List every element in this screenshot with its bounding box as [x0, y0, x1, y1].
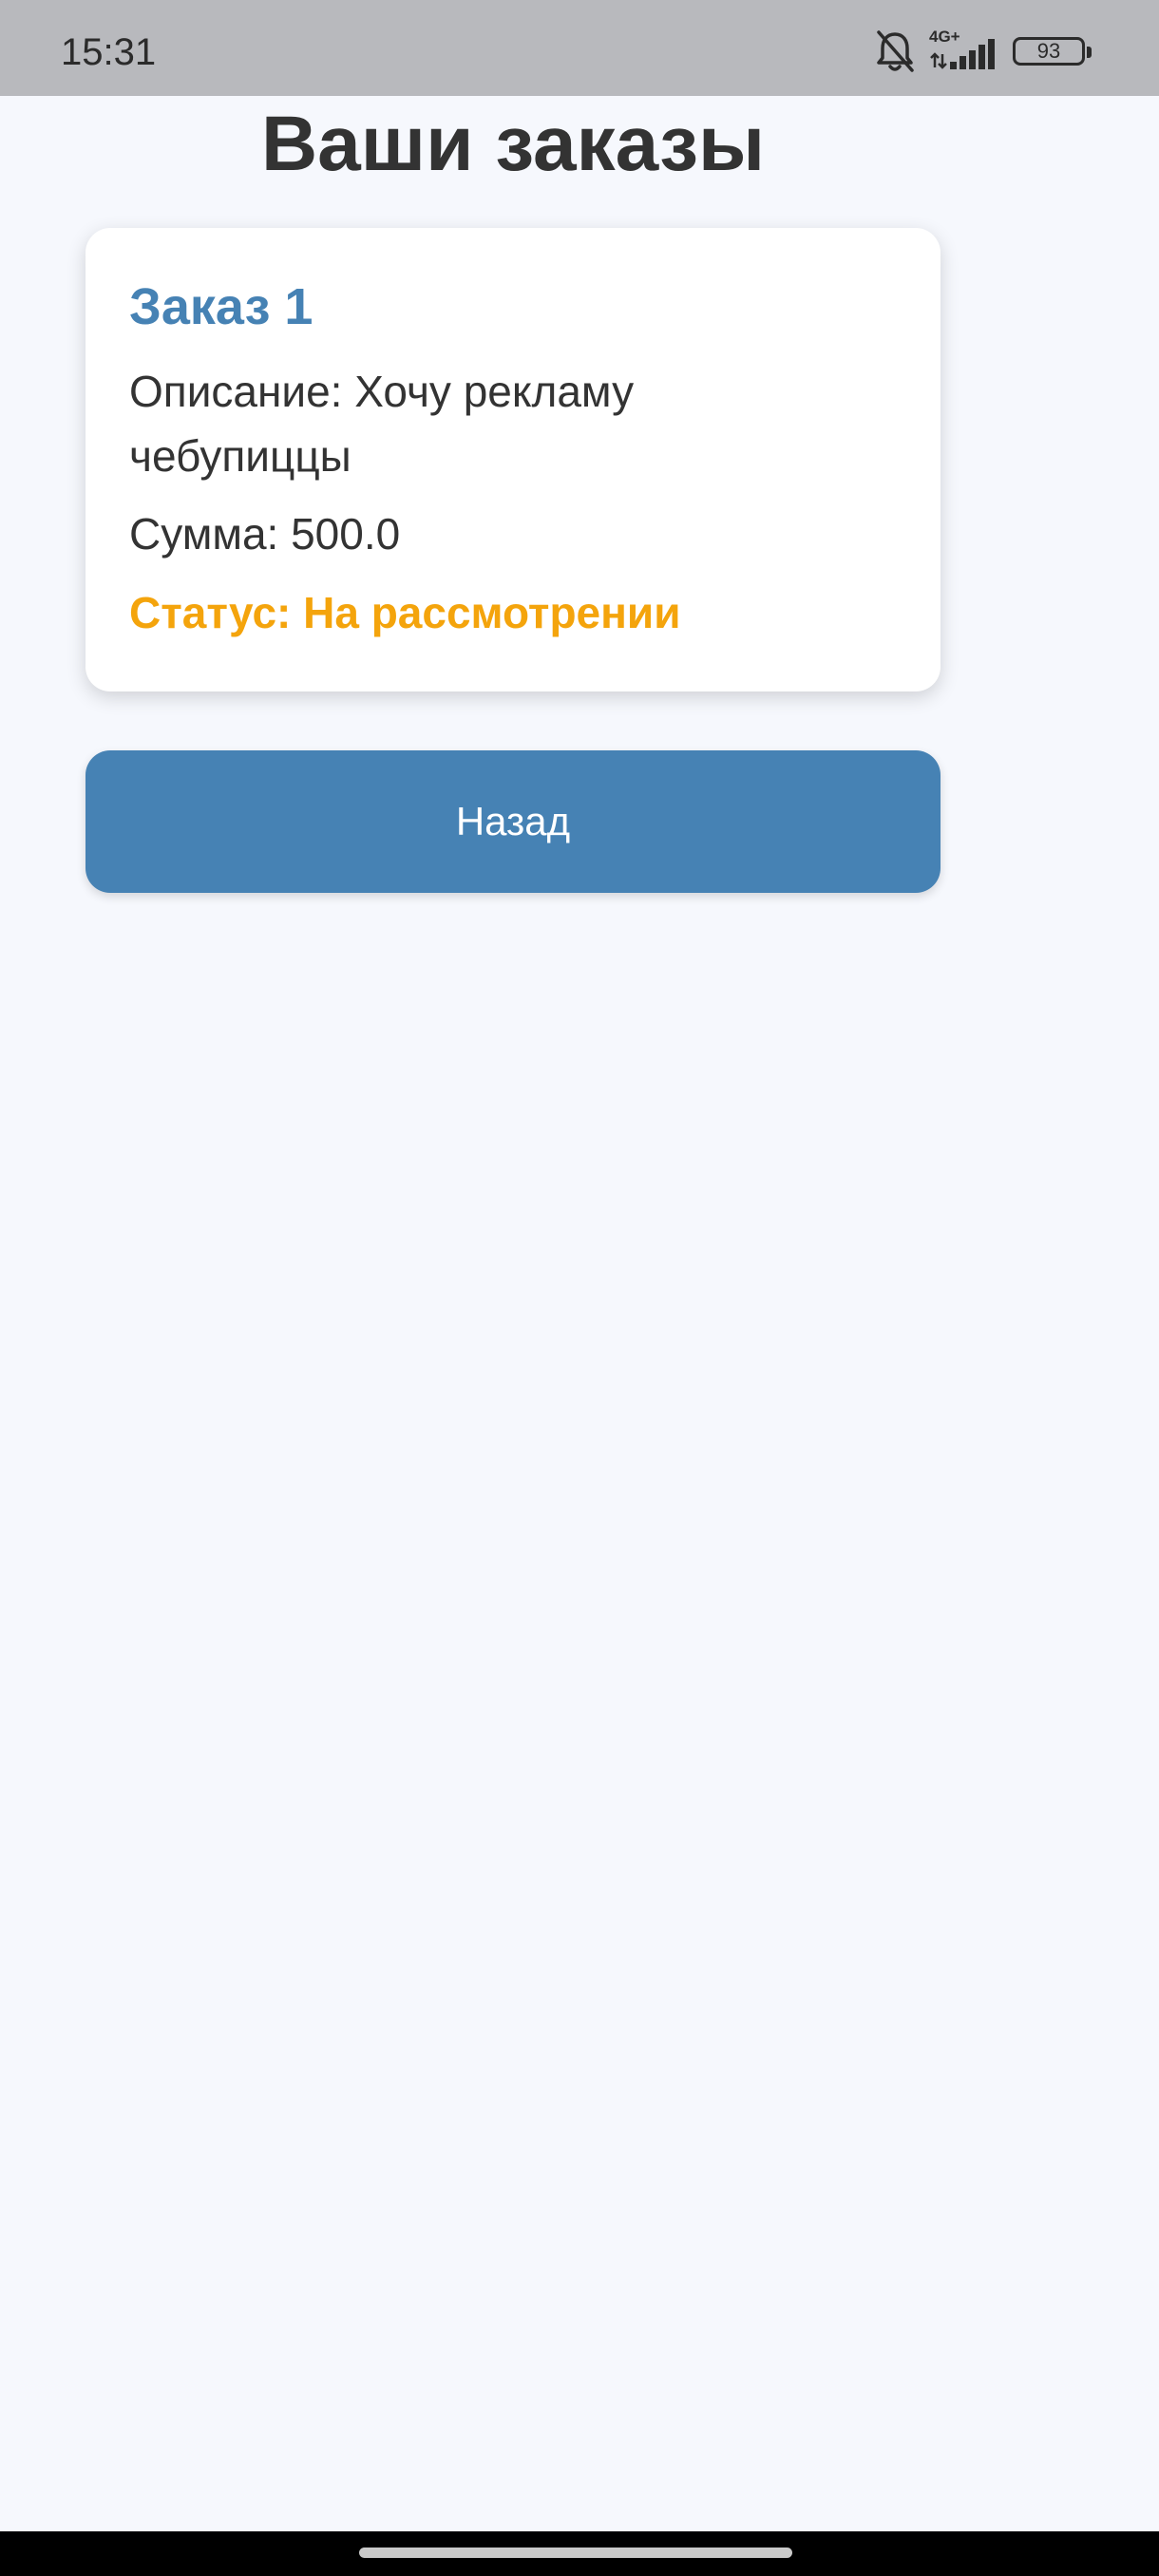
status-icons: 4G+ 93 [874, 27, 1092, 76]
navigation-bar [0, 2531, 1159, 2576]
back-button[interactable]: Назад [86, 750, 940, 893]
status-time: 15:31 [61, 31, 157, 73]
home-gesture-handle[interactable] [359, 2548, 792, 2558]
order-status: Статус: На рассмотрении [129, 588, 681, 637]
battery-level: 93 [1036, 39, 1061, 63]
order-title: Заказ 1 [129, 278, 314, 335]
order-description: Описание: Хочу рекламу чебупиццы [129, 367, 635, 481]
order-sum: Сумма: 500.0 [129, 509, 401, 559]
signal-icon: 4G+ [929, 28, 999, 73]
page-title: Ваши заказы [260, 101, 766, 187]
status-bar: 15:31 4G+ 93 [0, 0, 1159, 96]
bell-off-icon [874, 28, 916, 74]
order-card: Заказ 1 Описание: Хочу рекламу чебупиццы… [86, 228, 940, 691]
battery-icon: 93 [1013, 37, 1092, 66]
